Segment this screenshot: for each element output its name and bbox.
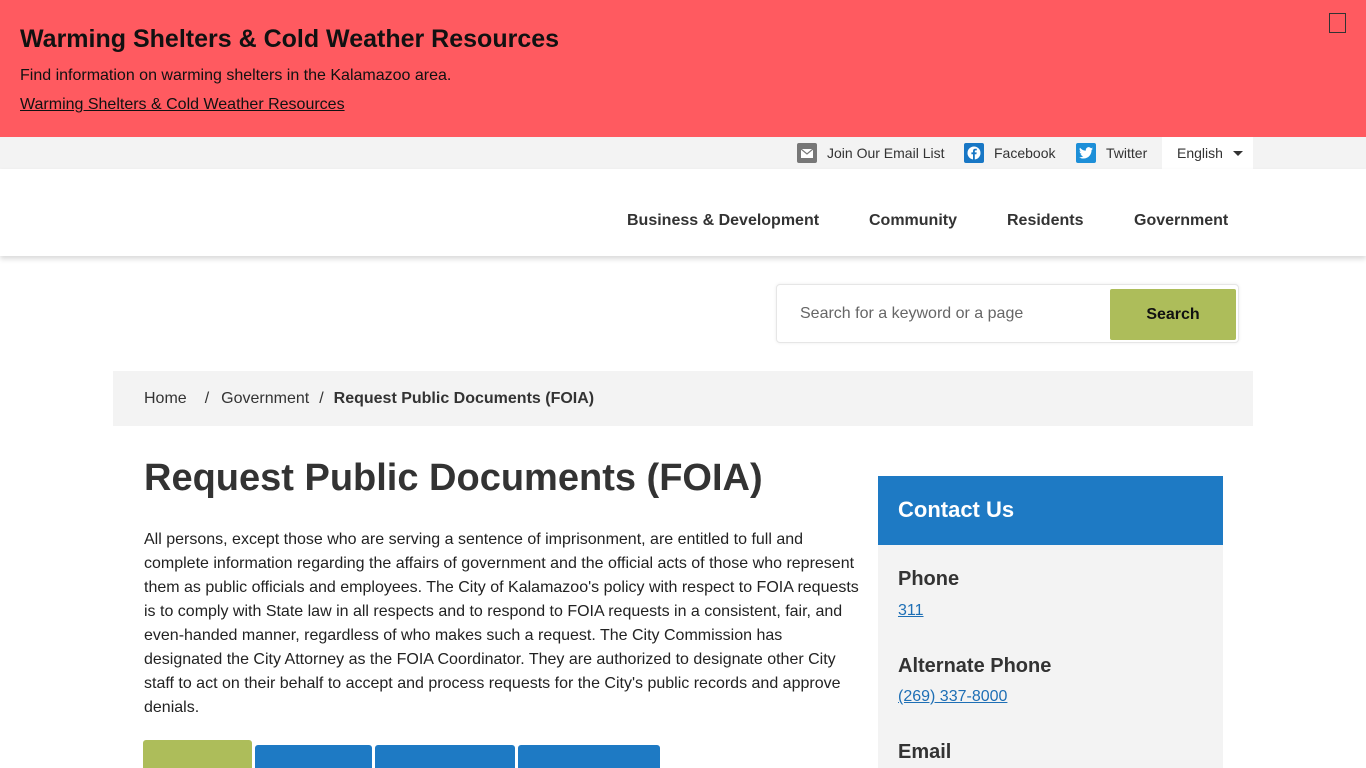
contact-header: Contact Us	[878, 476, 1223, 545]
alert-banner: Warming Shelters & Cold Weather Resource…	[0, 0, 1366, 137]
facebook-label: Facebook	[994, 145, 1056, 161]
phone-link[interactable]: 311	[898, 602, 924, 620]
breadcrumb: Home / Government / Request Public Docum…	[113, 371, 1253, 426]
mail-icon	[797, 143, 817, 163]
nav-government[interactable]: Government	[1134, 212, 1228, 230]
twitter-icon	[1076, 143, 1096, 163]
breadcrumb-home[interactable]: Home	[144, 390, 187, 408]
alert-link[interactable]: Warming Shelters & Cold Weather Resource…	[20, 96, 345, 114]
content-tab-1[interactable]	[143, 740, 252, 768]
search-form: Search	[776, 284, 1239, 343]
email-list-label: Join Our Email List	[827, 145, 945, 161]
nav-residents[interactable]: Residents	[1007, 212, 1083, 230]
page-title: Request Public Documents (FOIA)	[144, 457, 763, 499]
twitter-link[interactable]: Twitter	[1076, 141, 1147, 165]
contact-title: Contact Us	[898, 497, 1015, 522]
nav-business-development[interactable]: Business & Development	[627, 212, 819, 230]
email-list-link[interactable]: Join Our Email List	[797, 141, 944, 165]
alt-phone-label: Alternate Phone	[898, 655, 1052, 677]
breadcrumb-current: Request Public Documents (FOIA)	[333, 389, 595, 407]
content-tab-3[interactable]	[375, 745, 515, 768]
chevron-down-icon	[1232, 150, 1243, 156]
close-icon[interactable]	[1329, 13, 1346, 33]
facebook-icon	[964, 143, 984, 163]
language-label: English	[1177, 145, 1223, 161]
alert-text: Find information on warming shelters in …	[20, 67, 452, 84]
twitter-label: Twitter	[1106, 145, 1148, 161]
email-label: Email	[898, 741, 952, 763]
search-button[interactable]: Search	[1110, 289, 1236, 340]
content-tab-4[interactable]	[518, 745, 660, 768]
search-input[interactable]	[781, 289, 1109, 339]
nav-community[interactable]: Community	[869, 212, 957, 230]
breadcrumb-separator: /	[204, 389, 210, 407]
language-select[interactable]: English	[1162, 137, 1253, 169]
main-header: Business & Development Community Residen…	[0, 169, 1366, 256]
content-tab-2[interactable]	[255, 745, 372, 768]
phone-label: Phone	[898, 568, 960, 590]
contact-panel: Phone 311 Alternate Phone (269) 337-8000…	[878, 545, 1223, 768]
alt-phone-link[interactable]: (269) 337-8000	[898, 688, 1007, 706]
breadcrumb-government[interactable]: Government	[221, 390, 309, 408]
alert-title: Warming Shelters & Cold Weather Resource…	[20, 25, 560, 53]
page-body-text: All persons, except those who are servin…	[144, 531, 859, 716]
facebook-link[interactable]: Facebook	[964, 141, 1055, 165]
breadcrumb-separator: /	[319, 389, 324, 407]
